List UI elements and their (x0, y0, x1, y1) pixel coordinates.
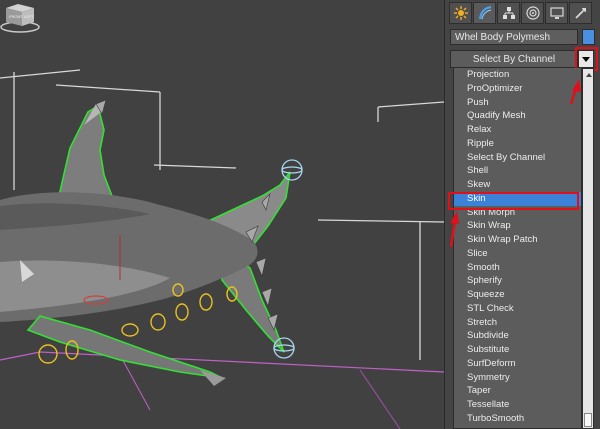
motion-icon (525, 6, 540, 20)
modifier-list-item[interactable]: Squeeze (454, 288, 581, 302)
display-icon (549, 7, 564, 19)
scroll-thumb[interactable] (584, 413, 592, 427)
utilities-icon (574, 8, 586, 19)
modifier-list-item[interactable]: Substitute (454, 343, 581, 357)
hierarchy-icon (502, 7, 515, 19)
command-panel-tabs (449, 2, 599, 24)
modifier-list-item[interactable]: Ripple (454, 137, 581, 151)
object-color-swatch[interactable] (582, 29, 595, 45)
modifier-list-item[interactable]: Symmetry (454, 371, 581, 385)
tab-utilities[interactable] (569, 2, 592, 24)
modifier-list-item[interactable]: Subdivide (454, 329, 581, 343)
modifier-list-item[interactable]: ProOptimizer (454, 82, 581, 96)
tab-display[interactable] (545, 2, 568, 24)
modifier-list-item[interactable]: Skin Wrap Patch (454, 233, 581, 247)
command-panel: Whel Body Polymesh Select By Channel Pro… (444, 0, 600, 429)
tab-motion[interactable] (521, 2, 544, 24)
modifier-list-item[interactable]: Taper (454, 384, 581, 398)
modifier-list-item[interactable]: Quadify Mesh (454, 109, 581, 123)
modifier-list-item[interactable]: TurboSmooth (454, 412, 581, 426)
modifier-list-item[interactable]: Select By Channel (454, 151, 581, 165)
modify-icon (478, 6, 491, 20)
scroll-up-arrow[interactable] (586, 73, 592, 77)
modifier-list-item[interactable]: Tessellate (454, 398, 581, 412)
modifier-list-item[interactable]: Relax (454, 123, 581, 137)
viewcube-label-right: LEFT (24, 14, 34, 19)
modifier-list-item[interactable]: Projection (454, 68, 581, 82)
viewcube[interactable]: FRONT LEFT (0, 0, 40, 34)
modifier-list-scrollbar[interactable] (582, 68, 594, 429)
modifier-list-item[interactable]: STL Check (454, 302, 581, 316)
viewport-scene (0, 69, 444, 429)
modifier-list-item[interactable]: Shell (454, 164, 581, 178)
modifier-list-dropdown[interactable]: Select By Channel (450, 50, 578, 68)
modifier-list[interactable]: Projection ProOptimizer Push Quadify Mesh Re… (453, 68, 582, 429)
tab-modify[interactable] (473, 2, 496, 24)
tab-create[interactable] (449, 2, 472, 24)
create-icon (453, 6, 468, 20)
skin-highlight-box (448, 192, 579, 210)
modifier-list-item[interactable]: Push (454, 96, 581, 110)
modifier-list-item[interactable]: Smooth (454, 261, 581, 275)
modifier-list-item[interactable]: Skin Wrap (454, 219, 581, 233)
modifier-list-item[interactable]: Spherify (454, 274, 581, 288)
object-name-field[interactable]: Whel Body Polymesh (450, 29, 578, 45)
modifier-list-item[interactable]: Stretch (454, 316, 581, 330)
modifier-list-item[interactable]: SurfDeform (454, 357, 581, 371)
viewcube-label-left: FRONT (9, 14, 23, 19)
tab-hierarchy[interactable] (497, 2, 520, 24)
modifier-list-item[interactable]: Slice (454, 247, 581, 261)
viewport[interactable]: FRONT LEFT (0, 0, 444, 429)
modifier-list-item[interactable]: Skew (454, 178, 581, 192)
